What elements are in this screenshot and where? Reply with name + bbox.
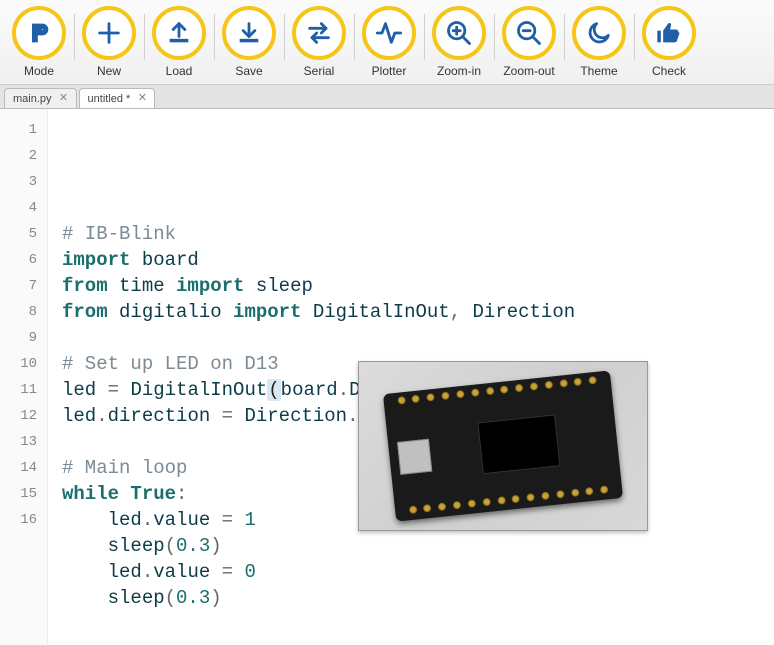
close-icon[interactable]: ✕ <box>58 93 70 105</box>
toolbar-label: New <box>97 64 121 78</box>
line-number: 16 <box>4 507 37 533</box>
tab-untitled-[interactable]: untitled * ✕ <box>79 88 156 108</box>
code-line[interactable]: from digitalio import DigitalInOut, Dire… <box>62 299 575 325</box>
zoom-out-button[interactable]: Zoom-out <box>494 4 564 82</box>
code-editor[interactable]: 12345678910111213141516 # IB-Blinkimport… <box>0 109 774 645</box>
toolbar-label: Mode <box>24 64 54 78</box>
save-button[interactable]: Save <box>214 4 284 82</box>
line-number-gutter: 12345678910111213141516 <box>0 109 48 645</box>
close-icon[interactable]: ✕ <box>136 93 148 105</box>
toolbar-label: Plotter <box>372 64 407 78</box>
mode-button[interactable]: Mode <box>4 4 74 82</box>
line-number: 3 <box>4 169 37 195</box>
line-number: 11 <box>4 377 37 403</box>
toolbar-label: Serial <box>304 64 335 78</box>
toolbar-label: Load <box>166 64 193 78</box>
toolbar-label: Zoom-out <box>503 64 554 78</box>
line-number: 9 <box>4 325 37 351</box>
line-number: 12 <box>4 403 37 429</box>
tab-bar: main.py ✕ untitled * ✕ <box>0 85 774 109</box>
code-line[interactable]: from time import sleep <box>62 273 575 299</box>
line-number: 13 <box>4 429 37 455</box>
line-number: 10 <box>4 351 37 377</box>
code-line[interactable]: sleep(0.3) <box>62 533 575 559</box>
upload-icon <box>152 6 206 60</box>
line-number: 15 <box>4 481 37 507</box>
line-number: 5 <box>4 221 37 247</box>
code-area[interactable]: # IB-Blinkimport boardfrom time import s… <box>48 109 575 645</box>
code-line[interactable]: # IB-Blink <box>62 221 575 247</box>
line-number: 4 <box>4 195 37 221</box>
code-line[interactable] <box>62 325 575 351</box>
plus-icon <box>82 6 136 60</box>
zoom-in-icon <box>432 6 486 60</box>
code-line[interactable]: import board <box>62 247 575 273</box>
new-button[interactable]: New <box>74 4 144 82</box>
code-line[interactable]: sleep(0.3) <box>62 585 575 611</box>
tab-label: main.py <box>13 93 52 105</box>
mode-icon <box>12 6 66 60</box>
serial-button[interactable]: Serial <box>284 4 354 82</box>
tab-main-py[interactable]: main.py ✕ <box>4 88 77 108</box>
line-number: 6 <box>4 247 37 273</box>
thumbs-up-icon <box>642 6 696 60</box>
zoom-in-button[interactable]: Zoom-in <box>424 4 494 82</box>
board-photo-overlay <box>358 361 648 531</box>
code-line[interactable] <box>62 611 575 637</box>
code-line[interactable]: led.value = 0 <box>62 559 575 585</box>
load-button[interactable]: Load <box>144 4 214 82</box>
line-number: 1 <box>4 117 37 143</box>
transfer-icon <box>292 6 346 60</box>
line-number: 2 <box>4 143 37 169</box>
toolbar-label: Zoom-in <box>437 64 481 78</box>
toolbar: Mode New Load Save Serial Plotter Zoom-in Zoom-… <box>0 0 774 85</box>
line-number: 14 <box>4 455 37 481</box>
toolbar-label: Theme <box>580 64 617 78</box>
theme-button[interactable]: Theme <box>564 4 634 82</box>
pulse-icon <box>362 6 416 60</box>
toolbar-label: Check <box>652 64 686 78</box>
line-number: 8 <box>4 299 37 325</box>
moon-icon <box>572 6 626 60</box>
toolbar-label: Save <box>235 64 262 78</box>
check-button[interactable]: Check <box>634 4 704 82</box>
zoom-out-icon <box>502 6 556 60</box>
tab-label: untitled * <box>88 93 131 105</box>
download-icon <box>222 6 276 60</box>
line-number: 7 <box>4 273 37 299</box>
plotter-button[interactable]: Plotter <box>354 4 424 82</box>
